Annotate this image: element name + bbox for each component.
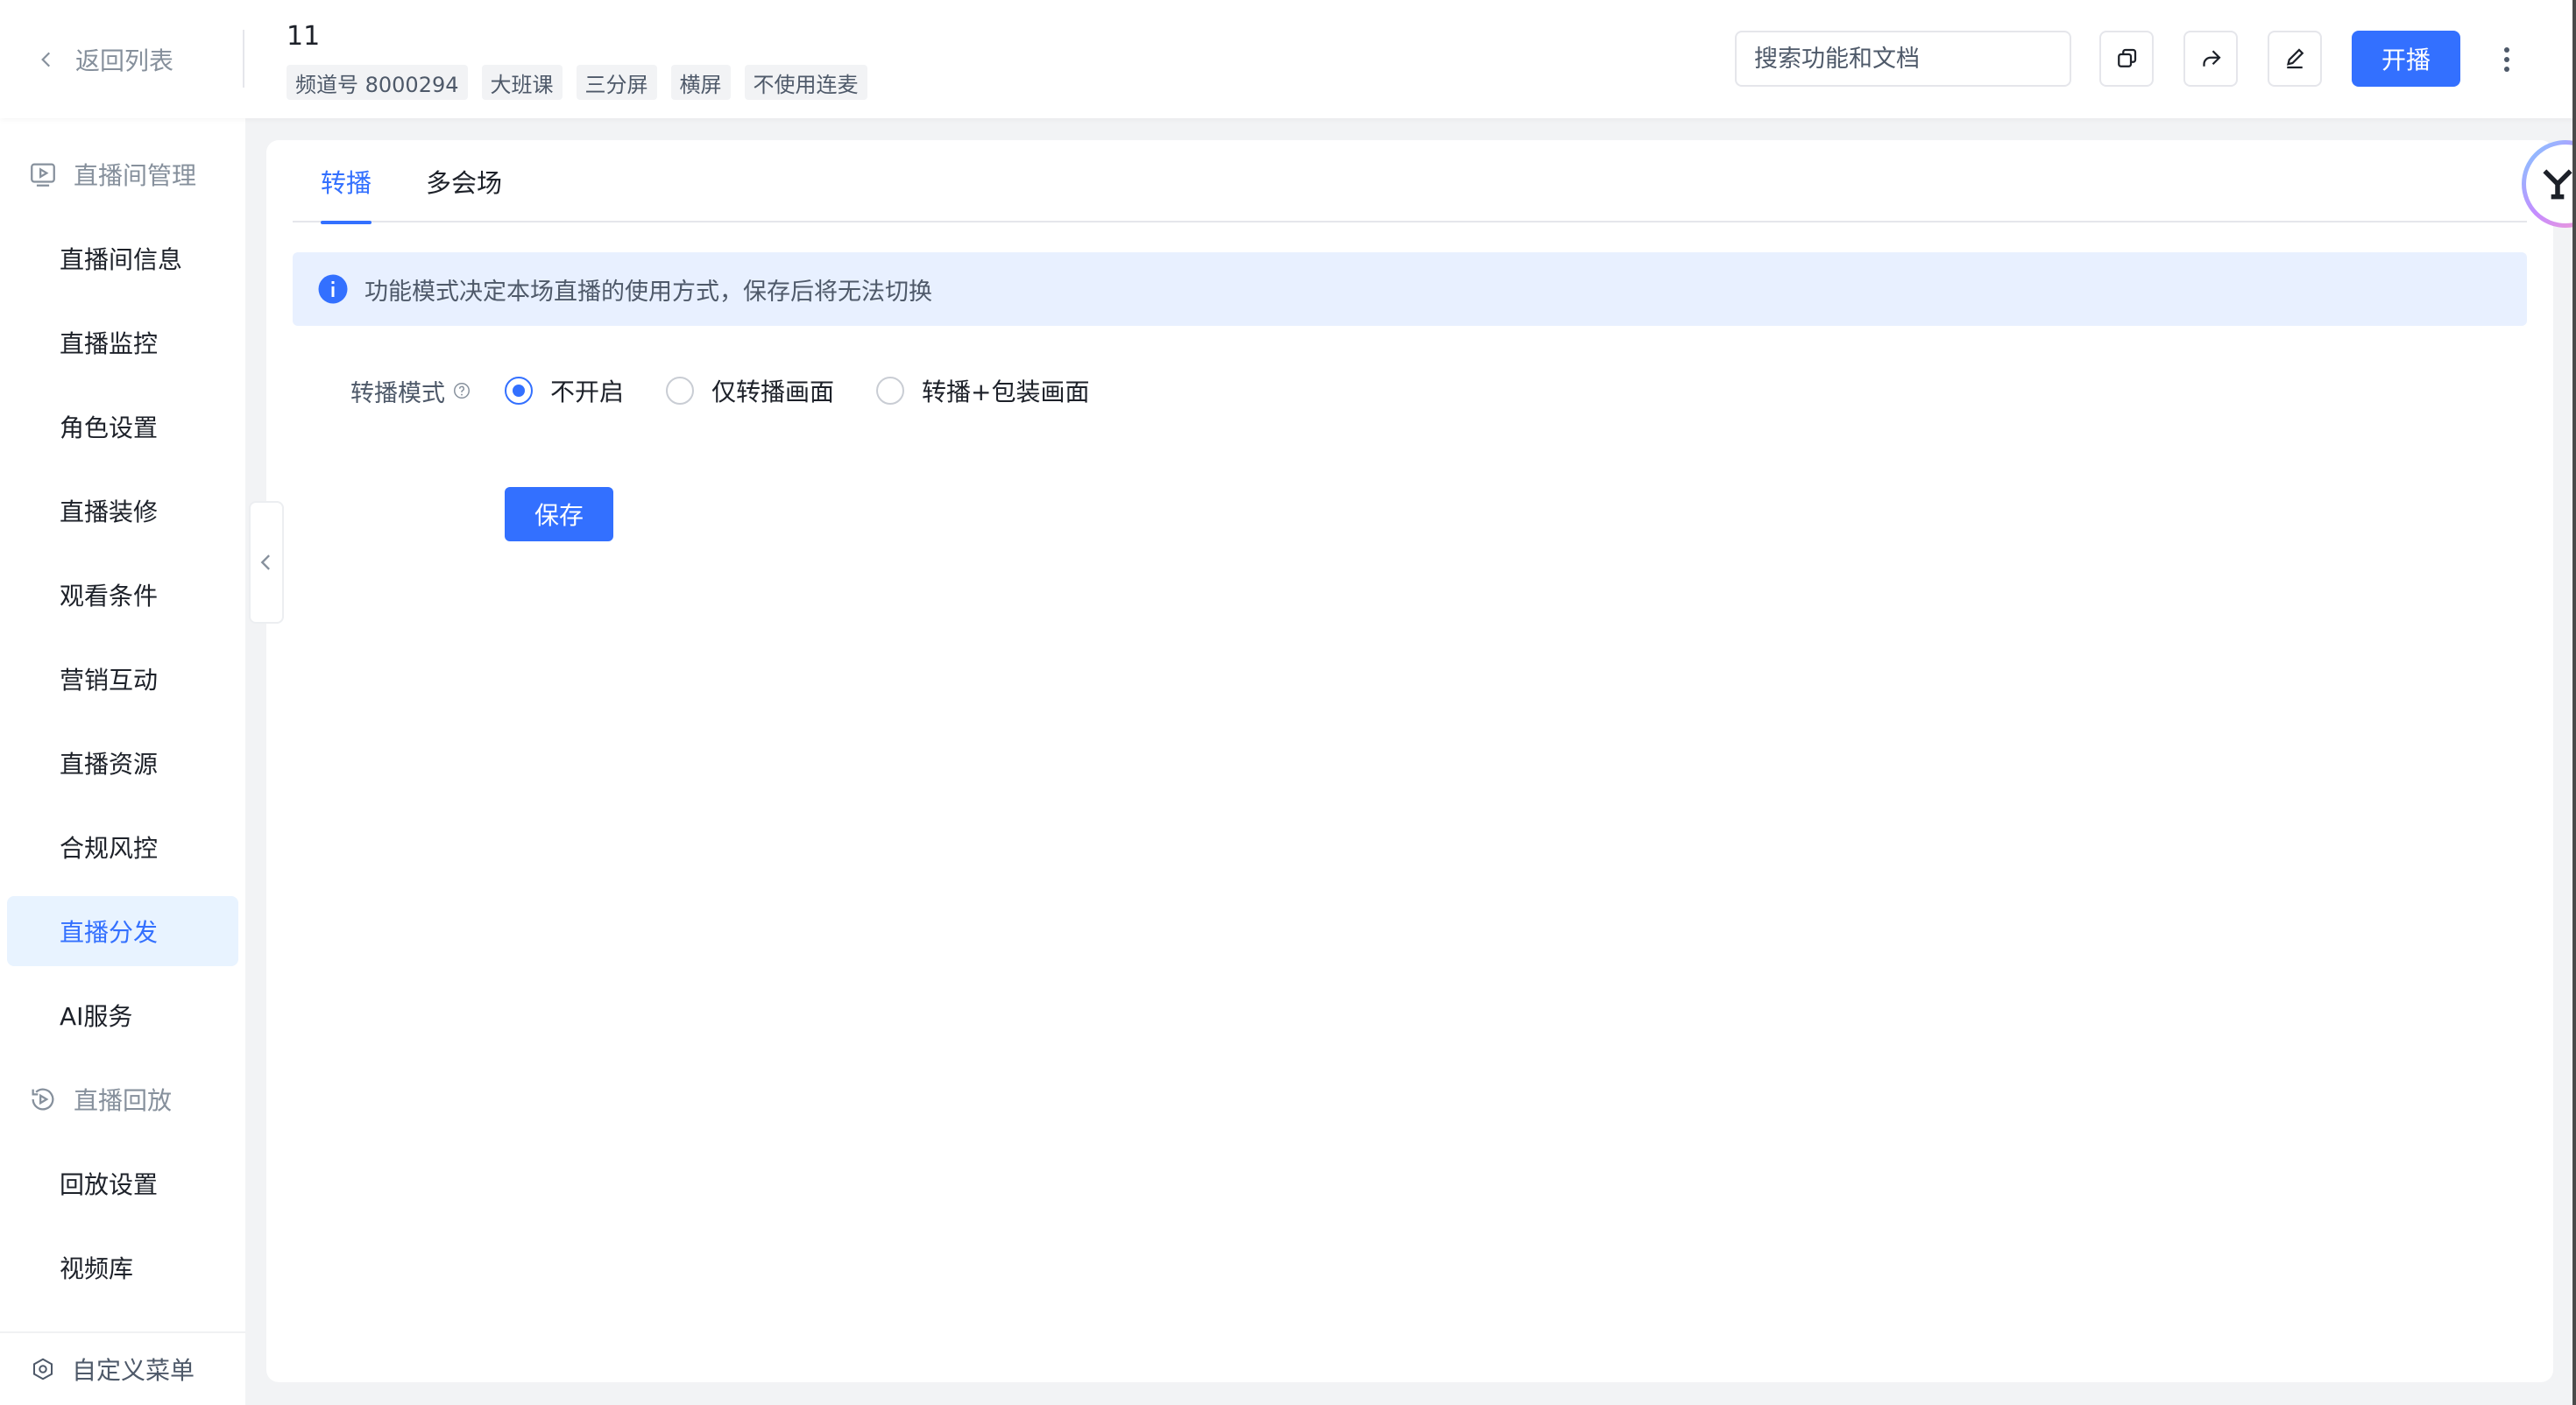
copy-button[interactable] <box>2099 31 2154 87</box>
sidebar-item-video-library[interactable]: 视频库 <box>7 1232 238 1303</box>
back-label: 返回列表 <box>75 46 174 75</box>
radio-relay-video-only[interactable]: 仅转播画面 <box>666 373 834 408</box>
sidebar: 直播间管理 直播间信息 直播监控 角色设置 直播装修 观看条件 营销互动 直播资… <box>0 118 245 1405</box>
main-content: 转播 多会场 功能模式决定本场直播的使用方式，保存后将无法切换 转播模式 不开启… <box>266 140 2553 1382</box>
radio-relay-with-packaging-dot[interactable] <box>876 377 905 405</box>
sidebar-group-playback-label: 直播回放 <box>74 1086 173 1115</box>
sidebar-item-ai-service[interactable]: AI服务 <box>7 980 238 1050</box>
top-header: 返回列表 11 频道号 8000294 大班课 三分屏 横屏 不使用连麦 开播 <box>0 0 2576 118</box>
relay-mode-row: 转播模式 不开启 仅转播画面 转播+包装画面 <box>350 364 1132 417</box>
room-title: 11 <box>287 21 321 52</box>
start-live-button[interactable]: 开播 <box>2352 31 2460 87</box>
assistant-logo-icon <box>2543 169 2572 200</box>
sidebar-group-playback: 直播回放 <box>28 1073 172 1126</box>
tag-class-type: 大班课 <box>481 65 563 100</box>
sidebar-collapse-toggle[interactable] <box>249 501 284 624</box>
window-edge <box>2572 0 2576 1405</box>
sidebar-item-monitor[interactable]: 直播监控 <box>7 307 238 378</box>
tag-channel-id: 频道号 8000294 <box>287 65 468 100</box>
sidebar-group-live: 直播间管理 <box>28 148 196 201</box>
share-icon <box>2203 50 2221 67</box>
radio-relay-off[interactable]: 不开启 <box>505 373 624 408</box>
search-box <box>1735 31 2071 87</box>
room-tags: 频道号 8000294 大班课 三分屏 横屏 不使用连麦 <box>287 65 867 100</box>
info-icon <box>318 274 348 304</box>
tag-layout: 三分屏 <box>576 65 657 100</box>
custom-menu-button[interactable]: 自定义菜单 <box>0 1331 245 1405</box>
edit-button[interactable] <box>2268 31 2322 87</box>
custom-menu-label: 自定义菜单 <box>72 1356 195 1385</box>
header-divider <box>243 30 244 88</box>
app-frame: 返回列表 11 频道号 8000294 大班课 三分屏 横屏 不使用连麦 开播 <box>0 0 2576 1405</box>
radio-relay-video-only-label: 仅转播画面 <box>711 378 835 406</box>
edit-icon <box>2286 48 2304 69</box>
radio-relay-video-only-dot[interactable] <box>666 377 695 405</box>
sidebar-item-room-info[interactable]: 直播间信息 <box>7 223 238 293</box>
radio-relay-with-packaging-label: 转播+包装画面 <box>922 378 1090 406</box>
share-button[interactable] <box>2183 31 2238 87</box>
settings-icon <box>33 1358 53 1380</box>
relay-mode-label: 转播模式 <box>350 374 505 408</box>
info-alert: 功能模式决定本场直播的使用方式，保存后将无法切换 <box>293 252 2527 326</box>
sidebar-item-compliance[interactable]: 合规风控 <box>7 812 238 882</box>
sidebar-item-distribution[interactable]: 直播分发 <box>7 896 238 966</box>
chevron-left-icon <box>260 554 270 570</box>
radio-relay-with-packaging[interactable]: 转播+包装画面 <box>876 373 1090 408</box>
tab-relay[interactable]: 转播 <box>321 163 372 224</box>
chevron-left-icon <box>41 52 51 67</box>
search-input[interactable] <box>1754 45 2054 73</box>
tab-multi-venue[interactable]: 多会场 <box>426 163 502 222</box>
help-icon[interactable] <box>452 381 471 400</box>
sidebar-item-marketing[interactable]: 营销互动 <box>7 644 238 714</box>
tag-orientation: 横屏 <box>670 65 731 100</box>
playback-icon <box>32 1088 54 1111</box>
more-vertical-icon <box>2504 47 2509 72</box>
sidebar-item-viewing-conditions[interactable]: 观看条件 <box>7 560 238 630</box>
alert-text: 功能模式决定本场直播的使用方式，保存后将无法切换 <box>364 278 932 306</box>
radio-relay-off-dot[interactable] <box>505 377 533 405</box>
tag-mic-mode: 不使用连麦 <box>744 65 867 100</box>
sidebar-item-decoration[interactable]: 直播装修 <box>7 476 238 546</box>
relay-mode-label-text: 转播模式 <box>350 379 445 407</box>
back-to-list-link[interactable]: 返回列表 <box>35 39 173 81</box>
live-room-icon <box>31 163 55 187</box>
sidebar-item-playback-settings[interactable]: 回放设置 <box>7 1148 238 1218</box>
radio-relay-off-label: 不开启 <box>550 378 625 406</box>
sidebar-group-live-label: 直播间管理 <box>74 161 197 190</box>
copy-icon <box>2118 48 2137 67</box>
more-options-button[interactable] <box>2494 39 2520 81</box>
save-button[interactable]: 保存 <box>505 487 613 541</box>
sidebar-item-roles[interactable]: 角色设置 <box>7 392 238 462</box>
sidebar-item-resources[interactable]: 直播资源 <box>7 728 238 798</box>
tab-bar: 转播 多会场 <box>293 140 2527 224</box>
